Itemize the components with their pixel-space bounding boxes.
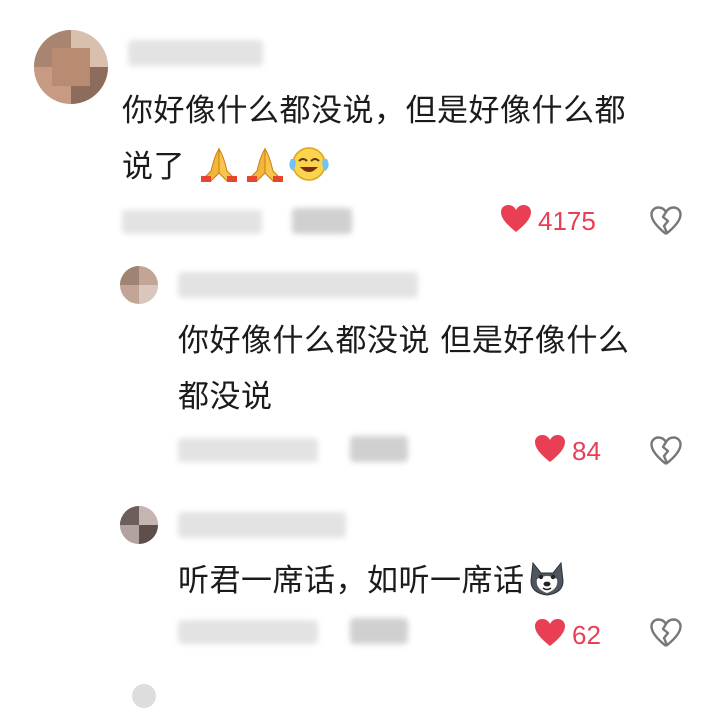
comment-text-line-2: 都没说 <box>178 379 273 415</box>
husky-dog-face-icon <box>527 559 567 615</box>
like-button[interactable]: 84 <box>534 434 601 468</box>
laugh-cry-face-icon <box>289 145 329 201</box>
dislike-button[interactable] <box>650 618 682 652</box>
broken-heart-icon <box>650 618 682 652</box>
comment-text-line-1: 你好像什么都没说 但是好像什么 <box>178 323 630 359</box>
dislike-button[interactable] <box>650 206 682 240</box>
username-blurred[interactable] <box>128 40 263 66</box>
timestamp-blurred <box>178 438 318 462</box>
like-count: 84 <box>572 435 601 466</box>
heart-icon <box>534 618 566 652</box>
comment-text-line-1: 听君一席话，如听一席话 <box>178 554 567 615</box>
comment-text-line-1: 你好像什么都没说，但是好像什么都 <box>122 93 626 129</box>
broken-heart-icon <box>650 436 682 470</box>
avatar[interactable] <box>120 266 158 304</box>
heart-icon <box>534 434 566 468</box>
avatar[interactable] <box>132 684 156 708</box>
reply-button-blurred[interactable] <box>350 618 408 644</box>
pray-hands-icon <box>243 145 287 201</box>
pray-hands-icon <box>197 145 241 201</box>
avatar[interactable] <box>120 506 158 544</box>
reply-button-blurred[interactable] <box>292 208 352 234</box>
timestamp-blurred <box>122 210 262 234</box>
timestamp-blurred <box>178 620 318 644</box>
comment-text-line-2: 说了 <box>122 140 329 201</box>
avatar[interactable] <box>34 30 108 104</box>
username-blurred[interactable] <box>178 512 346 538</box>
comment-text: 听君一席话，如听一席话 <box>178 563 525 599</box>
comment-text: 说了 <box>122 149 185 185</box>
like-count: 4175 <box>538 205 596 236</box>
reply-button-blurred[interactable] <box>350 436 408 462</box>
like-button[interactable]: 4175 <box>500 204 596 238</box>
heart-icon <box>500 204 532 238</box>
like-count: 62 <box>572 619 601 650</box>
broken-heart-icon <box>650 206 682 240</box>
like-button[interactable]: 62 <box>534 618 601 652</box>
username-blurred[interactable] <box>178 272 418 298</box>
dislike-button[interactable] <box>650 436 682 470</box>
